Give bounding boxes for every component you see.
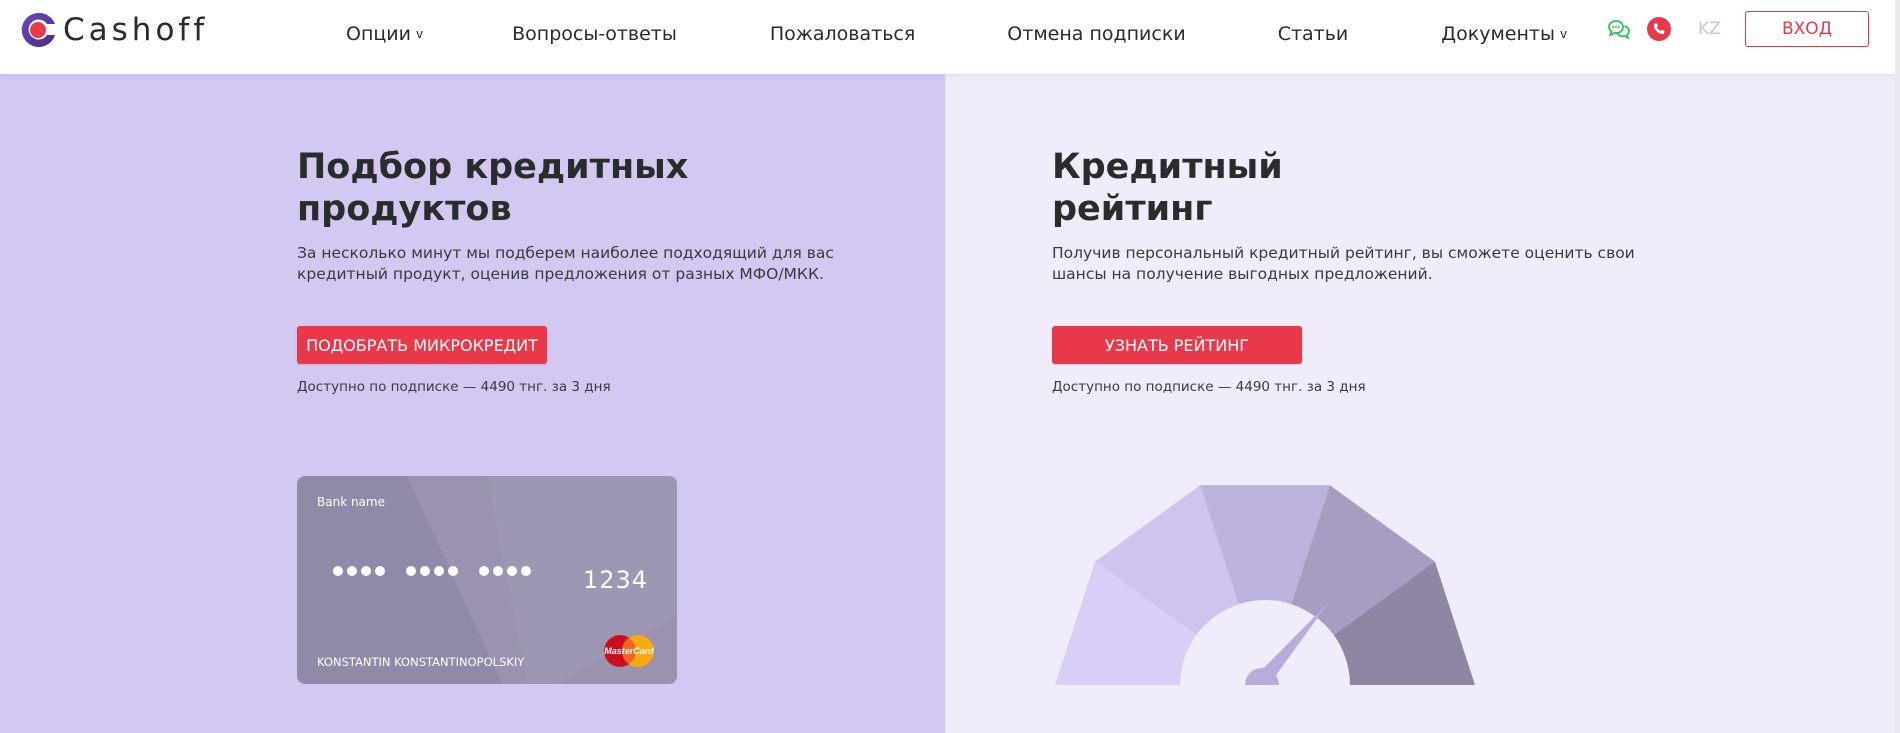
card-bank-name: Bank name (317, 495, 385, 509)
scrollbar[interactable] (1895, 0, 1900, 733)
nav-item-label: Пожаловаться (769, 23, 916, 45)
card-masked-digits (333, 566, 552, 576)
top-header: Cashoff Опции v Вопросы-ответы Пожаловать… (0, 0, 1900, 74)
mastercard-logo-icon: MasterCard (604, 635, 654, 667)
nav-item-articles[interactable]: Статьи (1278, 23, 1349, 45)
logo-text: Cashoff (63, 12, 209, 48)
login-button[interactable]: ВХОД (1745, 11, 1869, 47)
panel-description: Получив персональный кредитный рейтинг, … (1052, 244, 1635, 283)
nav-item-options[interactable]: Опции v (346, 23, 423, 45)
nav-item-documents[interactable]: Документы v (1441, 23, 1567, 45)
chat-icon[interactable] (1607, 17, 1631, 41)
subscription-note: Доступно по подписке — 4490 тнг. за 3 дн… (297, 379, 611, 395)
get-rating-button[interactable]: УЗНАТЬ РЕЙТИНГ (1052, 326, 1302, 364)
card-holder-name: KONSTANTIN KONSTANTINOPOLSKIY (317, 655, 525, 669)
mastercard-logo-text: MasterCard (604, 646, 654, 656)
main-nav: Опции v Вопросы-ответы Пожаловаться Отмен… (346, 19, 1567, 49)
panel-title: Подбор кредитных продуктов (297, 147, 689, 229)
subscription-note: Доступно по подписке — 4490 тнг. за 3 дн… (1052, 379, 1366, 395)
card-last-digits: 1234 (583, 566, 649, 594)
nav-item-label: Вопросы-ответы (512, 23, 677, 45)
panel-title: Кредитный рейтинг (1052, 147, 1283, 229)
contact-icons: KZ (1607, 17, 1721, 41)
logo[interactable]: Cashoff (19, 11, 208, 49)
pick-microcredit-button[interactable]: ПОДОБРАТЬ МИКРОКРЕДИТ (297, 326, 547, 364)
language-switch[interactable]: KZ (1698, 19, 1721, 39)
nav-item-faq[interactable]: Вопросы-ответы (512, 23, 677, 45)
nav-item-label: Опции (346, 23, 412, 45)
nav-item-complain[interactable]: Пожаловаться (770, 23, 915, 45)
chevron-down-icon: v (1559, 27, 1568, 41)
panel-description: За несколько минут мы подберем наиболее … (297, 244, 834, 283)
nav-item-label: Статьи (1277, 23, 1349, 45)
chevron-down-icon: v (416, 27, 424, 41)
rating-gauge (1055, 485, 1475, 685)
nav-item-label: Отмена подписки (1007, 23, 1186, 45)
bank-card-illustration: Bank name 1234 KONSTANTIN KONSTANTINOPOL… (297, 476, 677, 684)
nav-item-cancel-subscription[interactable]: Отмена подписки (1007, 23, 1185, 45)
nav-item-label: Документы (1441, 23, 1555, 45)
phone-icon[interactable] (1647, 17, 1671, 41)
cashoff-logo-icon (21, 12, 55, 47)
